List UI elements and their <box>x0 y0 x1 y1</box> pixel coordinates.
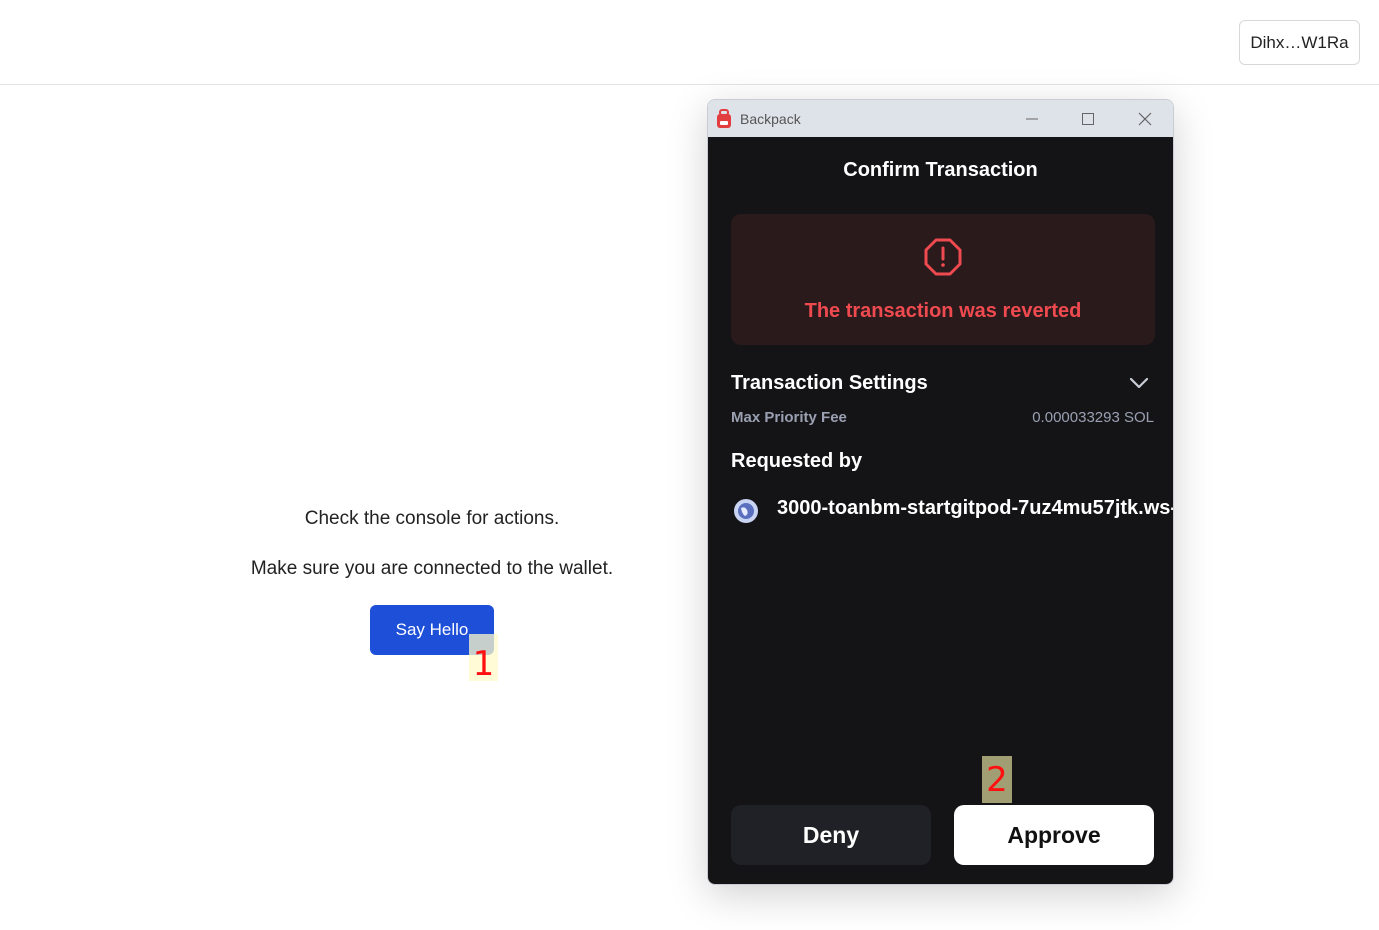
backpack-logo-icon <box>716 108 732 129</box>
maximize-icon <box>1082 112 1094 125</box>
console-message: Check the console for actions. <box>304 508 560 529</box>
maximize-button[interactable] <box>1068 100 1108 137</box>
minimize-button[interactable] <box>1012 100 1052 137</box>
transaction-settings-title[interactable]: Transaction Settings <box>731 372 928 395</box>
confirm-transaction-heading: Confirm Transaction <box>843 159 1038 181</box>
requested-by-title: Requested by <box>731 450 863 472</box>
top-bar: Dihx…W1Ra <box>0 0 1379 85</box>
marker-2: 2 <box>982 756 1012 803</box>
error-message: The transaction was reverted <box>804 300 1082 322</box>
max-priority-fee-label: Max Priority Fee <box>731 409 847 426</box>
error-banner: The transaction was reverted <box>731 214 1155 345</box>
max-priority-fee-value: 0.000033293 SOL <box>1032 409 1154 426</box>
wallet-connect-message: Make sure you are connected to the walle… <box>250 558 614 579</box>
chevron-down-icon[interactable] <box>1128 375 1150 391</box>
close-icon <box>1138 112 1152 125</box>
backpack-popup-window: Backpack Confirm Transaction The transac… <box>707 99 1174 885</box>
deny-button[interactable]: Deny <box>731 805 931 865</box>
window-titlebar[interactable]: Backpack <box>708 100 1173 137</box>
requesting-origin: 3000-toanbm-startgitpod-7uz4mu57jtk.ws-u… <box>777 497 1174 519</box>
minimize-icon <box>1026 118 1038 119</box>
window-title: Backpack <box>740 110 801 127</box>
globe-icon <box>734 499 758 523</box>
alert-octagon-icon <box>924 238 962 276</box>
popup-body: Confirm Transaction The transaction was … <box>708 137 1174 884</box>
approve-button[interactable]: Approve <box>954 805 1154 865</box>
close-button[interactable] <box>1125 100 1165 137</box>
wallet-button[interactable]: Dihx…W1Ra <box>1239 20 1360 65</box>
marker-1: 1 <box>469 634 498 681</box>
page: Dihx…W1Ra Check the console for actions.… <box>0 0 1379 930</box>
